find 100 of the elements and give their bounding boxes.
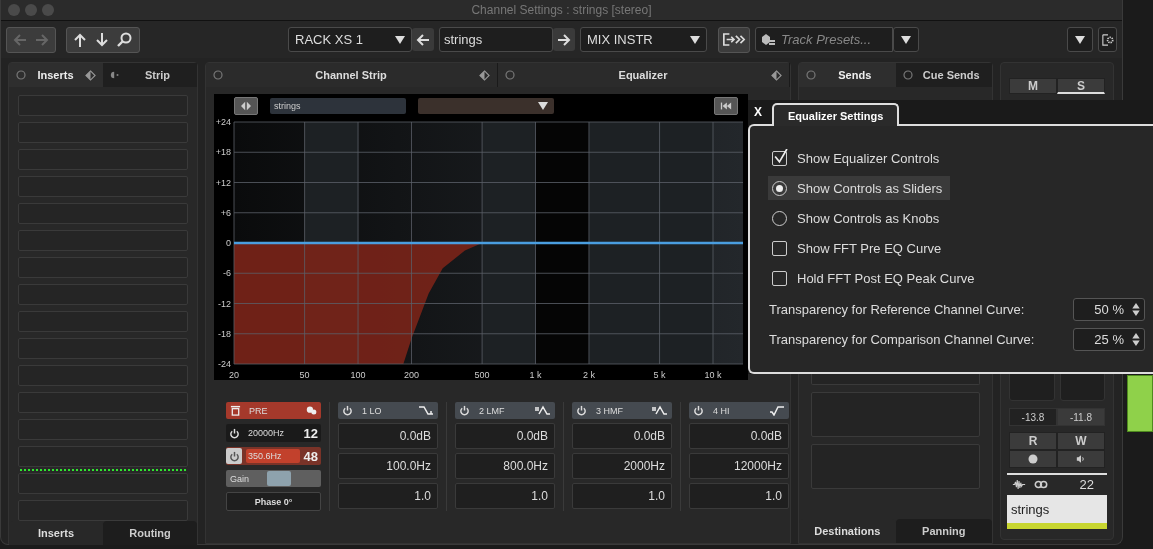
circle-icon xyxy=(806,70,816,80)
filter-row[interactable]: 350.6Hz 48 xyxy=(226,447,322,465)
checkbox[interactable] xyxy=(772,240,787,256)
filter-shape-icon xyxy=(769,405,786,416)
band-toggle[interactable]: 1 LO xyxy=(338,402,439,419)
audio-clip[interactable] xyxy=(1127,375,1153,432)
channel-name-field[interactable]: strings xyxy=(1007,495,1107,529)
dropdown-arrow-icon xyxy=(538,102,549,110)
bottom-tab[interactable]: Routing xyxy=(103,521,198,545)
eq-curve[interactable] xyxy=(234,241,744,245)
bottom-tab[interactable]: Panning xyxy=(895,519,992,543)
filter-row[interactable]: 20000Hz 12 xyxy=(226,424,322,442)
gain-field[interactable]: 0.0dB xyxy=(689,423,790,449)
track-presets-field[interactable]: Track Presets... xyxy=(755,27,893,52)
level-readout: -11.8 xyxy=(1057,408,1105,426)
option-label[interactable]: Show Controls as Knobs xyxy=(797,210,940,226)
q-field[interactable]: 1.0 xyxy=(689,483,790,509)
left-arrow-icon xyxy=(415,31,431,48)
menu-button[interactable] xyxy=(1067,27,1093,52)
stepper-arrows-icon xyxy=(1132,302,1140,316)
down-arrow-icon[interactable] xyxy=(94,31,110,48)
power-icon[interactable] xyxy=(459,405,471,416)
solo-button[interactable]: S xyxy=(1057,78,1105,94)
panel-header[interactable]: Channel Strip xyxy=(206,63,499,87)
frequency-field[interactable]: 800.0Hz xyxy=(455,453,556,479)
search-icon[interactable] xyxy=(116,31,132,48)
settings-icon xyxy=(1101,33,1114,46)
checkbox[interactable] xyxy=(772,270,787,286)
output-dropdown[interactable]: MIX INSTR xyxy=(580,27,707,52)
read-button[interactable]: R xyxy=(1009,432,1057,450)
option-label[interactable]: Show FFT Pre EQ Curve xyxy=(797,240,942,256)
q-field[interactable]: 1.0 xyxy=(455,483,556,509)
export-arrows-icon xyxy=(722,32,746,47)
frequency-field[interactable]: 12000Hz xyxy=(689,453,790,479)
previous-channel-button[interactable] xyxy=(412,28,434,51)
gain-label: -18 xyxy=(218,328,232,339)
output-routing-button[interactable] xyxy=(718,26,750,53)
frequency-label: 500 xyxy=(474,370,490,380)
dropdown-arrow-icon xyxy=(395,35,405,44)
right-arrow-icon xyxy=(556,31,572,48)
slider-thumb[interactable] xyxy=(267,471,292,486)
fader-area[interactable] xyxy=(1009,373,1055,401)
pre-section-header[interactable]: PRE xyxy=(226,402,322,419)
diamond-icon[interactable] xyxy=(85,69,97,81)
bypass-icon xyxy=(230,405,242,416)
power-icon[interactable] xyxy=(693,405,705,416)
frequency-label: 50 xyxy=(299,370,310,380)
settings-tab[interactable]: Equalizer Settings xyxy=(772,103,900,126)
record-button[interactable] xyxy=(1009,450,1057,468)
option-label[interactable]: Hold FFT Post EQ Peak Curve xyxy=(797,270,975,286)
power-icon[interactable] xyxy=(576,405,588,416)
power-icon[interactable] xyxy=(342,405,354,416)
band-toggle[interactable]: 3 HMF xyxy=(572,402,673,419)
compare-button[interactable] xyxy=(234,97,259,115)
q-field[interactable]: 1.0 xyxy=(338,483,439,509)
frequency-label: 10 k xyxy=(704,370,722,380)
gain-label: +6 xyxy=(220,207,232,218)
write-button[interactable]: W xyxy=(1057,432,1105,450)
monitor-button[interactable] xyxy=(1057,450,1105,468)
track-name-field[interactable]: strings xyxy=(439,27,553,52)
presets-menu-button[interactable] xyxy=(893,27,919,52)
gain-field[interactable]: 0.0dB xyxy=(338,423,439,449)
diamond-arrows-icon xyxy=(240,101,253,111)
mute-button[interactable]: M xyxy=(1009,78,1057,94)
level-readout: -13.8 xyxy=(1009,408,1057,426)
panel-tab[interactable]: Sends xyxy=(799,63,896,87)
reset-button[interactable] xyxy=(714,97,739,115)
stepper-arrows-icon xyxy=(1132,332,1140,346)
circle-icon xyxy=(16,70,26,80)
settings-button[interactable] xyxy=(1098,27,1117,52)
phase-button[interactable]: Phase 0° xyxy=(226,492,322,511)
option-label[interactable]: Show Equalizer Controls xyxy=(797,150,940,166)
gain-field[interactable]: 0.0dB xyxy=(455,423,556,449)
next-channel-button[interactable] xyxy=(553,28,575,51)
frequency-field[interactable]: 2000Hz xyxy=(572,453,673,479)
dropdown-arrow-icon xyxy=(1075,35,1085,44)
gain-slider[interactable]: Gain xyxy=(226,470,322,487)
dropdown-arrow-icon xyxy=(901,35,911,44)
panel-tab[interactable]: Strip xyxy=(103,63,198,87)
checkbox[interactable] xyxy=(772,150,787,166)
gain-label: -24 xyxy=(218,359,232,369)
panel-tab[interactable]: Inserts xyxy=(9,63,104,87)
panel-tab[interactable]: Cue Sends xyxy=(895,63,992,87)
frequency-field[interactable]: 100.0Hz xyxy=(338,453,439,479)
preset-name-field[interactable]: strings xyxy=(270,98,407,114)
power-icon[interactable] xyxy=(228,427,240,439)
gain-label: 0 xyxy=(226,238,232,248)
band-toggle[interactable]: 2 LMF xyxy=(455,402,556,419)
rack-dropdown[interactable]: RACK XS 1 xyxy=(288,27,412,52)
frequency-label: 5 k xyxy=(653,370,666,380)
band-toggle[interactable]: 4 HI xyxy=(689,402,790,419)
percent-spinner[interactable]: 25 % xyxy=(1073,327,1145,351)
q-field[interactable]: 1.0 xyxy=(572,483,673,509)
up-arrow-icon[interactable] xyxy=(72,31,88,48)
gain-field[interactable]: 0.0dB xyxy=(572,423,673,449)
rewind-icon xyxy=(720,101,733,111)
percent-spinner[interactable]: 50 % xyxy=(1073,297,1145,321)
close-button[interactable]: X xyxy=(751,105,765,119)
diamond-icon[interactable] xyxy=(479,69,491,81)
diamond-icon[interactable] xyxy=(771,69,782,81)
